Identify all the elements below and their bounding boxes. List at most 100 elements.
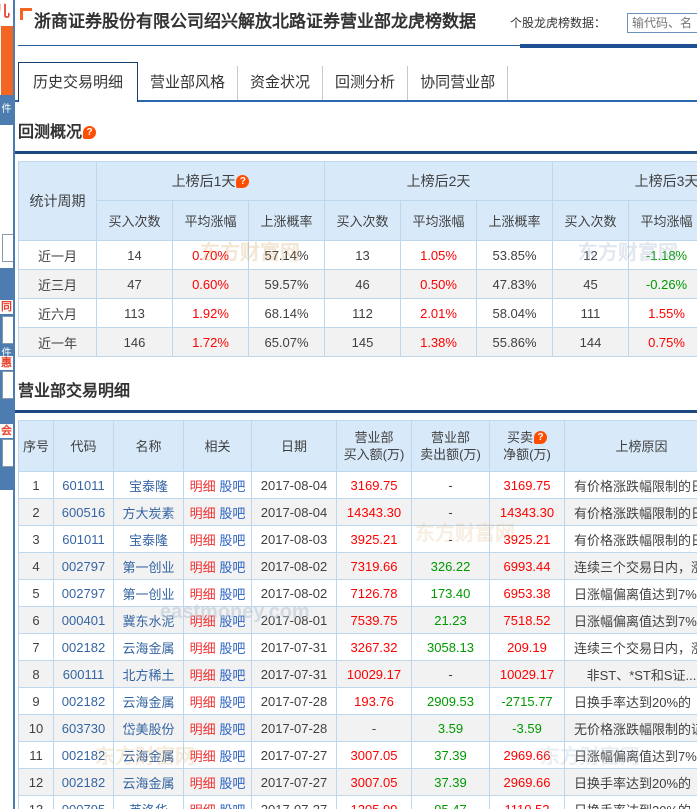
stock-code-link[interactable]: 000401 (53, 606, 114, 634)
date-cell: 2017-08-02 (251, 552, 337, 580)
page-title: 浙商证券股份有限公司绍兴解放北路证券营业部龙虎榜数据 (34, 12, 476, 31)
help-icon[interactable]: ? (534, 431, 547, 444)
detail-link[interactable]: 明细 (190, 479, 216, 494)
tab-回测分析[interactable]: 回测分析 (323, 66, 409, 100)
reason-cell: 非ST、*ST和S证... (564, 660, 697, 688)
header-line: 卖出额(万) (420, 447, 481, 462)
stock-code-link[interactable]: 002182 (53, 768, 114, 796)
tab-营业部风格[interactable]: 营业部风格 (138, 66, 239, 100)
detail-link[interactable]: 明细 (190, 533, 216, 548)
detail-link[interactable]: 明细 (190, 560, 216, 575)
column-header-date: 日期 (251, 420, 337, 472)
section-underline (15, 410, 697, 413)
value-cell: 1.38% (400, 327, 478, 357)
detail-link[interactable]: 明细 (190, 695, 216, 710)
guba-link[interactable]: 股吧 (219, 803, 245, 809)
seq-cell: 7 (18, 633, 54, 661)
stock-code-link[interactable]: 000795 (53, 795, 114, 809)
stock-search-input[interactable] (627, 13, 697, 33)
stock-name-link[interactable]: 岱美股份 (113, 714, 184, 742)
sidebar-fragment: 同 (0, 300, 13, 314)
stock-code-link[interactable]: 002182 (53, 687, 114, 715)
value-cell: 57.14% (247, 240, 326, 270)
detail-link[interactable]: 明细 (190, 587, 216, 602)
detail-link[interactable]: 明细 (190, 641, 216, 656)
stock-code-link[interactable]: 601011 (53, 471, 114, 499)
reason-cell: 连续三个交易日内，涨 (564, 633, 697, 661)
guba-link[interactable]: 股吧 (219, 587, 245, 602)
stock-name-link[interactable]: 方大炭素 (113, 498, 184, 526)
value-cell: 1.72% (172, 327, 249, 357)
column-header-sell: 营业部 卖出额(万) (411, 420, 490, 472)
guba-link[interactable]: 股吧 (219, 668, 245, 683)
detail-link[interactable]: 明细 (190, 506, 216, 521)
reason-cell: 日换手率达到20%的 (564, 687, 697, 715)
detail-link[interactable]: 明细 (190, 776, 216, 791)
stock-name-link[interactable]: 云海金属 (113, 768, 184, 796)
tab-历史交易明细[interactable]: 历史交易明细 (18, 62, 139, 102)
table-row: 8 600111 北方稀土 明细 股吧 2017-07-31 10029.17-10029… (18, 660, 697, 688)
help-icon[interactable]: ? (236, 175, 250, 188)
guba-link[interactable]: 股吧 (219, 641, 245, 656)
value-cell: 145 (324, 327, 402, 357)
detail-link[interactable]: 明细 (190, 722, 216, 737)
table-row: 4 002797 第一创业 明细 股吧 2017-08-02 7319.66 326.22 6… (18, 552, 697, 580)
net-amount-cell: 1110.52 (489, 795, 565, 809)
guba-link[interactable]: 股吧 (219, 695, 245, 710)
date-cell: 2017-08-03 (251, 525, 337, 553)
column-header-buy: 营业部 买入额(万) (336, 420, 412, 472)
page: 儿 件 同 件 惠 会 浙商证券股份有限公司绍兴解放北路证券营业部龙虎榜数据 个… (0, 0, 697, 809)
stock-code-link[interactable]: 002182 (53, 741, 114, 769)
stock-name-link[interactable]: 第一创业 (113, 579, 184, 607)
stock-name-link[interactable]: 宝泰隆 (113, 471, 184, 499)
guba-link[interactable]: 股吧 (219, 749, 245, 764)
date-cell: 2017-07-31 (251, 633, 337, 661)
guba-link[interactable]: 股吧 (219, 722, 245, 737)
stock-code-link[interactable]: 601011 (53, 525, 114, 553)
reason-cell: 日涨幅偏离值达到7% (564, 606, 697, 634)
guba-link[interactable]: 股吧 (219, 614, 245, 629)
stock-code-link[interactable]: 600111 (53, 660, 114, 688)
value-cell: 0.50% (400, 269, 478, 299)
stock-code-link[interactable]: 603730 (53, 714, 114, 742)
stock-code-link[interactable]: 002797 (53, 552, 114, 580)
detail-link[interactable]: 明细 (190, 668, 216, 683)
tab-协同营业部[interactable]: 协同营业部 (408, 66, 509, 100)
help-icon[interactable]: ? (83, 126, 97, 139)
reason-cell: 日换手率达到20%的 (564, 795, 697, 809)
stock-code-link[interactable]: 002797 (53, 579, 114, 607)
sell-amount-cell: - (411, 498, 490, 526)
guba-link[interactable]: 股吧 (219, 776, 245, 791)
guba-link[interactable]: 股吧 (219, 506, 245, 521)
net-amount-cell: 2969.66 (489, 768, 565, 796)
table-row: 近六月 113 1.92% 68.14% 112 2.01% 58.04% 111 1.55% (18, 298, 697, 328)
value-cell: 47.83% (476, 269, 554, 299)
stock-name-link[interactable]: 云海金属 (113, 687, 184, 715)
detail-link[interactable]: 明细 (190, 614, 216, 629)
stock-name-link[interactable]: 云海金属 (113, 741, 184, 769)
guba-link[interactable]: 股吧 (219, 533, 245, 548)
column-header-name: 名称 (113, 420, 184, 472)
seq-cell: 3 (18, 525, 54, 553)
guba-link[interactable]: 股吧 (219, 560, 245, 575)
period-cell: 近一月 (18, 240, 97, 270)
column-header-reason: 上榜原因 (564, 420, 697, 472)
stock-code-link[interactable]: 002182 (53, 633, 114, 661)
stock-name-link[interactable]: 云海金属 (113, 633, 184, 661)
header-line: 买卖? (491, 429, 563, 446)
value-cell: 12 (552, 240, 630, 270)
detail-link[interactable]: 明细 (190, 749, 216, 764)
tab-资金状况[interactable]: 资金状况 (238, 66, 324, 100)
stock-name-link[interactable]: 宝泰隆 (113, 525, 184, 553)
detail-link[interactable]: 明细 (190, 803, 216, 809)
guba-link[interactable]: 股吧 (219, 479, 245, 494)
table-row: 3 601011 宝泰隆 明细 股吧 2017-08-03 3925.21-3925.21… (18, 525, 697, 553)
stock-name-link[interactable]: 北方稀土 (113, 660, 184, 688)
stock-name-link[interactable]: 冀东水泥 (113, 606, 184, 634)
stock-name-link[interactable]: 英洛华 (113, 795, 184, 809)
value-cell: 59.57% (247, 269, 326, 299)
stock-name-link[interactable]: 第一创业 (113, 552, 184, 580)
net-amount-cell: 3925.21 (489, 525, 565, 553)
stock-code-link[interactable]: 600516 (53, 498, 114, 526)
related-cell: 明细 股吧 (183, 525, 252, 553)
